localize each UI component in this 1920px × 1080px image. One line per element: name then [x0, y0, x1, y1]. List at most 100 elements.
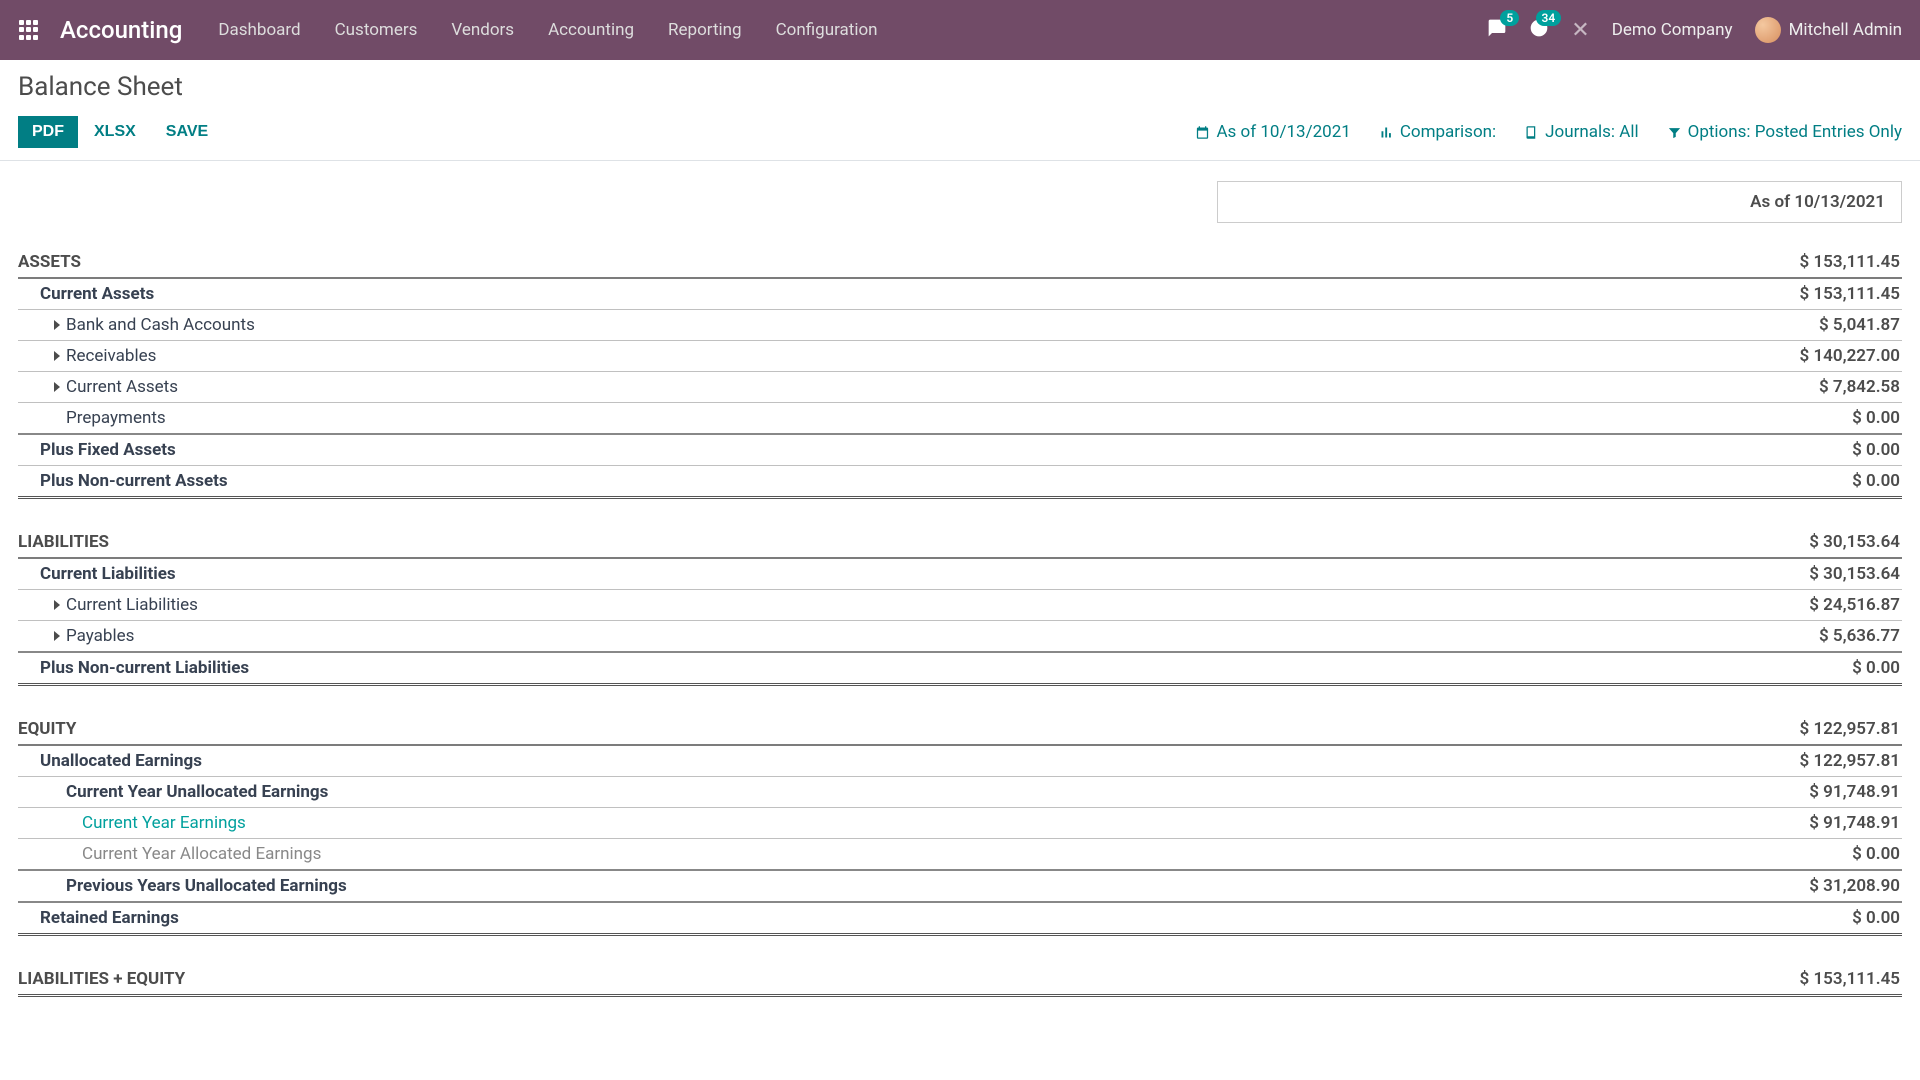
pdf-button[interactable]: PDF	[18, 116, 78, 148]
row-label: Retained Earnings	[40, 907, 179, 929]
caret-right-icon[interactable]	[54, 351, 60, 361]
section-row: ASSETS $ 153,111.45	[18, 247, 1902, 279]
filter-journals-label: Journals: All	[1545, 122, 1638, 142]
activities-button[interactable]: 34	[1529, 18, 1549, 43]
row-label-wrap: Prepayments	[18, 407, 166, 429]
caret-right-icon[interactable]	[54, 382, 60, 392]
row-label: Plus Fixed Assets	[40, 439, 176, 461]
report-line[interactable]: Current Liabilities$ 24,516.87	[18, 590, 1902, 621]
nav-left: Accounting Dashboard Customers Vendors A…	[18, 16, 878, 44]
report-line: Plus Non-current Liabilities $ 0.00	[18, 653, 1902, 686]
row-amount: $ 7,842.58	[1819, 376, 1900, 398]
row-label: Current Assets	[66, 376, 178, 398]
row-label-wrap: Retained Earnings	[18, 907, 179, 929]
report-table: ASSETS $ 153,111.45 Current Assets $ 153,11…	[18, 247, 1902, 997]
row-label-wrap: LIABILITIES + EQUITY	[18, 968, 185, 990]
row-label: LIABILITIES + EQUITY	[18, 968, 185, 990]
app-brand[interactable]: Accounting	[60, 16, 182, 44]
row-label: Current Liabilities	[66, 594, 198, 616]
caret-right-icon[interactable]	[54, 631, 60, 641]
row-label-wrap: LIABILITIES	[18, 531, 109, 553]
filter-as-of[interactable]: As of 10/13/2021	[1195, 122, 1350, 142]
company-selector[interactable]: Demo Company	[1612, 20, 1733, 40]
row-label-wrap: Current Year Unallocated Earnings	[18, 781, 328, 803]
row-label: LIABILITIES	[18, 531, 109, 553]
row-label-wrap: Plus Non-current Assets	[18, 470, 228, 492]
apps-icon[interactable]	[18, 19, 40, 41]
report-line[interactable]: Bank and Cash Accounts $ 5,041.87	[18, 310, 1902, 341]
row-amount: $ 153,111.45	[1800, 283, 1900, 305]
row-amount: $ 5,636.77	[1819, 625, 1900, 647]
report-line: Previous Years Unallocated Earnings$ 31,…	[18, 871, 1902, 903]
date-header-row: As of 10/13/2021	[18, 181, 1902, 223]
row-label: Current Year Unallocated Earnings	[66, 781, 328, 803]
nav-vendors[interactable]: Vendors	[451, 20, 514, 40]
row-label-wrap: ASSETS	[18, 251, 81, 273]
filter-options-label: Options: Posted Entries Only	[1688, 122, 1902, 142]
nav-customers[interactable]: Customers	[335, 20, 418, 40]
row-label: Plus Non-current Liabilities	[40, 657, 249, 679]
filter-comparison[interactable]: Comparison:	[1379, 122, 1496, 142]
caret-right-icon[interactable]	[54, 600, 60, 610]
row-label: Current Liabilities	[40, 563, 176, 585]
report-line: Current Liabilities $ 30,153.64	[18, 559, 1902, 590]
section-gap	[18, 499, 1902, 527]
nav-configuration[interactable]: Configuration	[776, 20, 878, 40]
user-menu[interactable]: Mitchell Admin	[1755, 17, 1902, 43]
section-gap	[18, 686, 1902, 714]
filter-comparison-label: Comparison:	[1400, 122, 1496, 142]
row-label-wrap: Receivables	[18, 345, 156, 367]
row-label: EQUITY	[18, 718, 76, 740]
report-line: Prepayments$ 0.00	[18, 403, 1902, 435]
report-line[interactable]: Receivables$ 140,227.00	[18, 341, 1902, 372]
row-label-wrap: Current Liabilities	[18, 594, 198, 616]
row-label-wrap: Current Liabilities	[18, 563, 176, 585]
section-row: LIABILITIES$ 30,153.64	[18, 527, 1902, 559]
row-amount: $ 0.00	[1852, 657, 1900, 679]
report-line[interactable]: Current Assets $ 7,842.58	[18, 372, 1902, 403]
row-label[interactable]: Current Year Earnings	[82, 812, 246, 834]
row-label-wrap: Bank and Cash Accounts	[18, 314, 255, 336]
avatar	[1755, 17, 1781, 43]
row-amount: $ 0.00	[1852, 907, 1900, 929]
row-amount: $ 122,957.81	[1800, 718, 1900, 740]
filter-options[interactable]: Options: Posted Entries Only	[1667, 122, 1902, 142]
close-icon[interactable]: ✕	[1571, 18, 1589, 43]
row-label: Previous Years Unallocated Earnings	[66, 875, 347, 897]
calendar-icon	[1195, 125, 1210, 140]
toolbar-right: As of 10/13/2021 Comparison: Journals: A…	[1195, 122, 1902, 142]
page-title: Balance Sheet	[18, 72, 1902, 102]
date-header-cell: As of 10/13/2021	[1217, 181, 1902, 223]
report-line: Plus Non-current Assets$ 0.00	[18, 466, 1902, 499]
xlsx-button[interactable]: XLSX	[80, 116, 150, 148]
row-label: Plus Non-current Assets	[40, 470, 228, 492]
nav-dashboard[interactable]: Dashboard	[218, 20, 300, 40]
nav-reporting[interactable]: Reporting	[668, 20, 742, 40]
report-line: Unallocated Earnings$ 122,957.81	[18, 746, 1902, 777]
nav-accounting[interactable]: Accounting	[548, 20, 634, 40]
caret-right-icon[interactable]	[54, 320, 60, 330]
row-label: Prepayments	[66, 407, 166, 429]
save-button[interactable]: SAVE	[152, 116, 222, 148]
row-amount: $ 153,111.45	[1800, 251, 1900, 273]
row-label: Payables	[66, 625, 134, 647]
row-amount: $ 30,153.64	[1809, 563, 1900, 585]
filter-as-of-label: As of 10/13/2021	[1216, 122, 1350, 142]
row-amount: $ 5,041.87	[1819, 314, 1900, 336]
filter-journals[interactable]: Journals: All	[1524, 122, 1638, 142]
section-row: LIABILITIES + EQUITY$ 153,111.45	[18, 964, 1902, 997]
user-name: Mitchell Admin	[1789, 20, 1902, 40]
top-navbar: Accounting Dashboard Customers Vendors A…	[0, 0, 1920, 60]
row-label-wrap: Plus Non-current Liabilities	[18, 657, 249, 679]
book-icon	[1524, 125, 1539, 140]
nav-menu: Dashboard Customers Vendors Accounting R…	[218, 20, 877, 40]
row-label-wrap: EQUITY	[18, 718, 76, 740]
report-line[interactable]: Current Year Earnings $ 91,748.91	[18, 808, 1902, 839]
row-label-wrap: Previous Years Unallocated Earnings	[18, 875, 347, 897]
row-amount: $ 0.00	[1852, 439, 1900, 461]
row-label-wrap: Unallocated Earnings	[18, 750, 202, 772]
messages-button[interactable]: 5	[1487, 18, 1507, 43]
report-line: Current Year Allocated Earnings$ 0.00	[18, 839, 1902, 871]
report-line[interactable]: Payables $ 5,636.77	[18, 621, 1902, 653]
row-amount: $ 91,748.91	[1809, 812, 1900, 834]
